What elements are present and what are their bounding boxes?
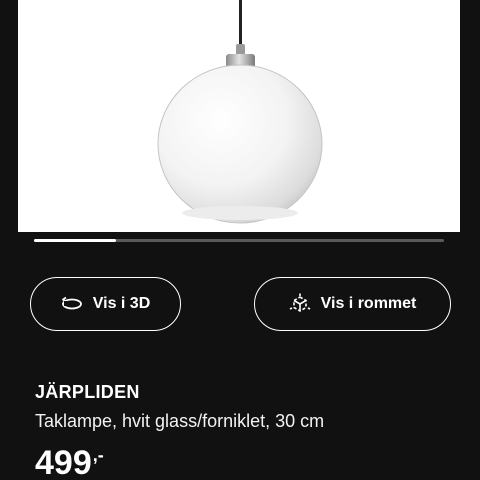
product-name: JÄRPLIDEN (35, 382, 140, 402)
view-in-room-label: Vis i rommet (320, 295, 417, 312)
product-image[interactable] (18, 0, 460, 232)
price-value: 499 (35, 444, 92, 480)
view-3d-button[interactable]: Vis i 3D (30, 277, 181, 331)
product-description: Taklampe, hvit glass/forniklet, 30 cm (35, 411, 325, 431)
pendant-lamp-image (157, 0, 323, 224)
price-suffix: ,- (92, 445, 104, 465)
gallery-progress-bar[interactable] (34, 239, 444, 242)
gallery-progress-fill (34, 239, 116, 242)
view-in-room-button[interactable]: Vis i rommet (254, 277, 451, 331)
product-price: 499 ,- (35, 441, 104, 480)
view-3d-label: Vis i 3D (92, 295, 151, 312)
augmented-reality-icon (289, 293, 311, 315)
rotate-3d-icon (61, 293, 83, 315)
